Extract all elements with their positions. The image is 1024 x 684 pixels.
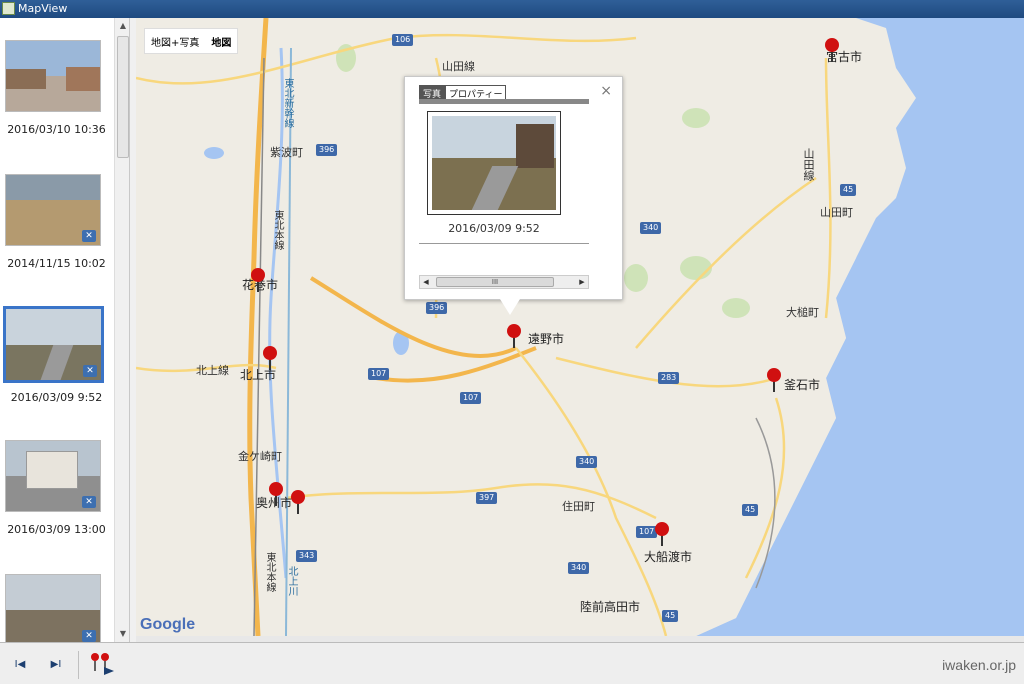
gps-icon: ✕ (82, 230, 96, 242)
photo-thumbnail[interactable]: ✕ (3, 306, 104, 383)
photo-pin[interactable] (654, 522, 670, 546)
thumbnail-item[interactable]: ✕ (0, 574, 113, 642)
map-label: 東北本線 (264, 552, 275, 592)
thumbnail-item[interactable]: 2016/03/10 10:36 (0, 40, 113, 136)
route-shield: 107 (460, 392, 482, 404)
photo-pin[interactable] (268, 482, 284, 506)
map-label: 大槌町 (786, 306, 819, 319)
route-shield: 396 (316, 144, 338, 156)
map-label: 大船渡市 (644, 550, 693, 564)
title-bar: MapView (0, 0, 1024, 18)
map-label: 山田町 (820, 206, 853, 219)
photo-pin[interactable] (250, 268, 266, 292)
scroll-left-icon[interactable]: ◀ (420, 276, 432, 288)
popup-scrollbar[interactable]: ◀ III ▶ (419, 275, 589, 289)
scroll-thumb[interactable] (117, 36, 129, 158)
thumbnail-date: 2016/03/09 13:00 (7, 523, 106, 536)
photo-info-popup: 写真 プロパティー × 2016/03/09 9:52 ◀ III ▶ (404, 76, 623, 315)
map-type-hybrid[interactable]: 地図+写真 (145, 34, 205, 49)
gps-icon: ✕ (83, 365, 97, 377)
photo-pin[interactable] (824, 38, 840, 62)
thumbnail-date: 2014/11/15 10:02 (7, 257, 106, 270)
map-type-control[interactable]: 地図+写真 地図 (144, 28, 239, 54)
route-shield: 396 (426, 302, 448, 314)
google-logo: Google (140, 616, 196, 633)
map-view[interactable]: 地図+写真 地図 山田線 紫波町 花巻市 北上線 北上市 遠野市 金ケ崎町 奥州… (136, 18, 1024, 636)
map-label: 陸前高田市 (580, 600, 641, 614)
thumbnail-date: 2016/03/10 10:36 (7, 123, 106, 136)
thumbnail-sidebar: 2016/03/10 10:36 ✕ 2014/11/15 10:02 ✕ 20… (0, 18, 130, 642)
thumbnail-item-selected[interactable]: ✕ 2016/03/09 9:52 (0, 306, 113, 404)
photo-pin[interactable] (766, 368, 782, 392)
photo-thumbnail[interactable]: ✕ (5, 174, 101, 246)
scroll-down-icon[interactable]: ▼ (115, 626, 129, 642)
close-icon[interactable]: × (600, 83, 612, 99)
map-label: 山田線 (442, 60, 475, 73)
previous-button[interactable]: I◀ (10, 655, 30, 675)
gps-icon: ✕ (82, 496, 96, 508)
map-label: 東北本線 (272, 210, 283, 250)
route-shield: 340 (576, 456, 598, 468)
route-shield: 343 (296, 550, 318, 562)
popup-pointer (500, 299, 520, 315)
map-label: 北上線 (196, 364, 229, 377)
map-label: 紫波町 (270, 146, 303, 159)
route-shield: 106 (392, 34, 414, 46)
sidebar-scrollbar[interactable]: ▲ ▼ (114, 18, 129, 642)
photo-pin[interactable] (290, 490, 306, 514)
thumbnail-date: 2016/03/09 9:52 (10, 391, 103, 404)
gps-icon: ✕ (82, 630, 96, 642)
route-shield: 397 (476, 492, 498, 504)
window-title: MapView (18, 2, 68, 15)
photo-thumbnail[interactable] (5, 40, 101, 112)
photo-thumbnail[interactable]: ✕ (5, 574, 101, 642)
divider (419, 243, 589, 244)
scroll-thumb[interactable]: III (436, 277, 554, 287)
tab-underline (419, 99, 589, 104)
scroll-up-icon[interactable]: ▲ (115, 18, 129, 34)
map-label: 住田町 (562, 500, 595, 513)
toolbar-divider (78, 651, 79, 679)
map-label: 山田線 (802, 148, 815, 181)
thumbnail-item[interactable]: ✕ 2014/11/15 10:02 (0, 174, 113, 270)
popup-photo[interactable] (427, 111, 561, 215)
route-shield: 45 (662, 610, 679, 622)
route-shield: 45 (742, 504, 759, 516)
map-label: 金ケ崎町 (238, 450, 282, 463)
map-label: 北上川 (286, 566, 297, 596)
bottom-toolbar: I◀ ▶I iwaken.or.jp (0, 642, 1024, 684)
map-label: 遠野市 (528, 332, 565, 346)
photo-pin[interactable] (506, 324, 522, 348)
route-shield: 340 (568, 562, 590, 574)
photo-thumbnail[interactable]: ✕ (5, 440, 101, 512)
next-button[interactable]: ▶I (46, 655, 66, 675)
thumbnail-item[interactable]: ✕ 2016/03/09 13:00 (0, 440, 113, 536)
map-type-map[interactable]: 地図 (205, 34, 237, 49)
route-shield: 283 (658, 372, 680, 384)
app-icon (2, 2, 15, 15)
photo-pin[interactable] (262, 346, 278, 370)
map-label: 東北新幹線 (282, 78, 293, 128)
route-shield: 107 (368, 368, 390, 380)
route-shield: 340 (640, 222, 662, 234)
watermark: iwaken.or.jp (942, 657, 1016, 673)
map-label: 釜石市 (784, 378, 821, 392)
scroll-right-icon[interactable]: ▶ (576, 276, 588, 288)
pin-route-icon[interactable] (88, 651, 116, 677)
popup-photo-date: 2016/03/09 9:52 (448, 222, 540, 235)
route-shield: 45 (840, 184, 857, 196)
